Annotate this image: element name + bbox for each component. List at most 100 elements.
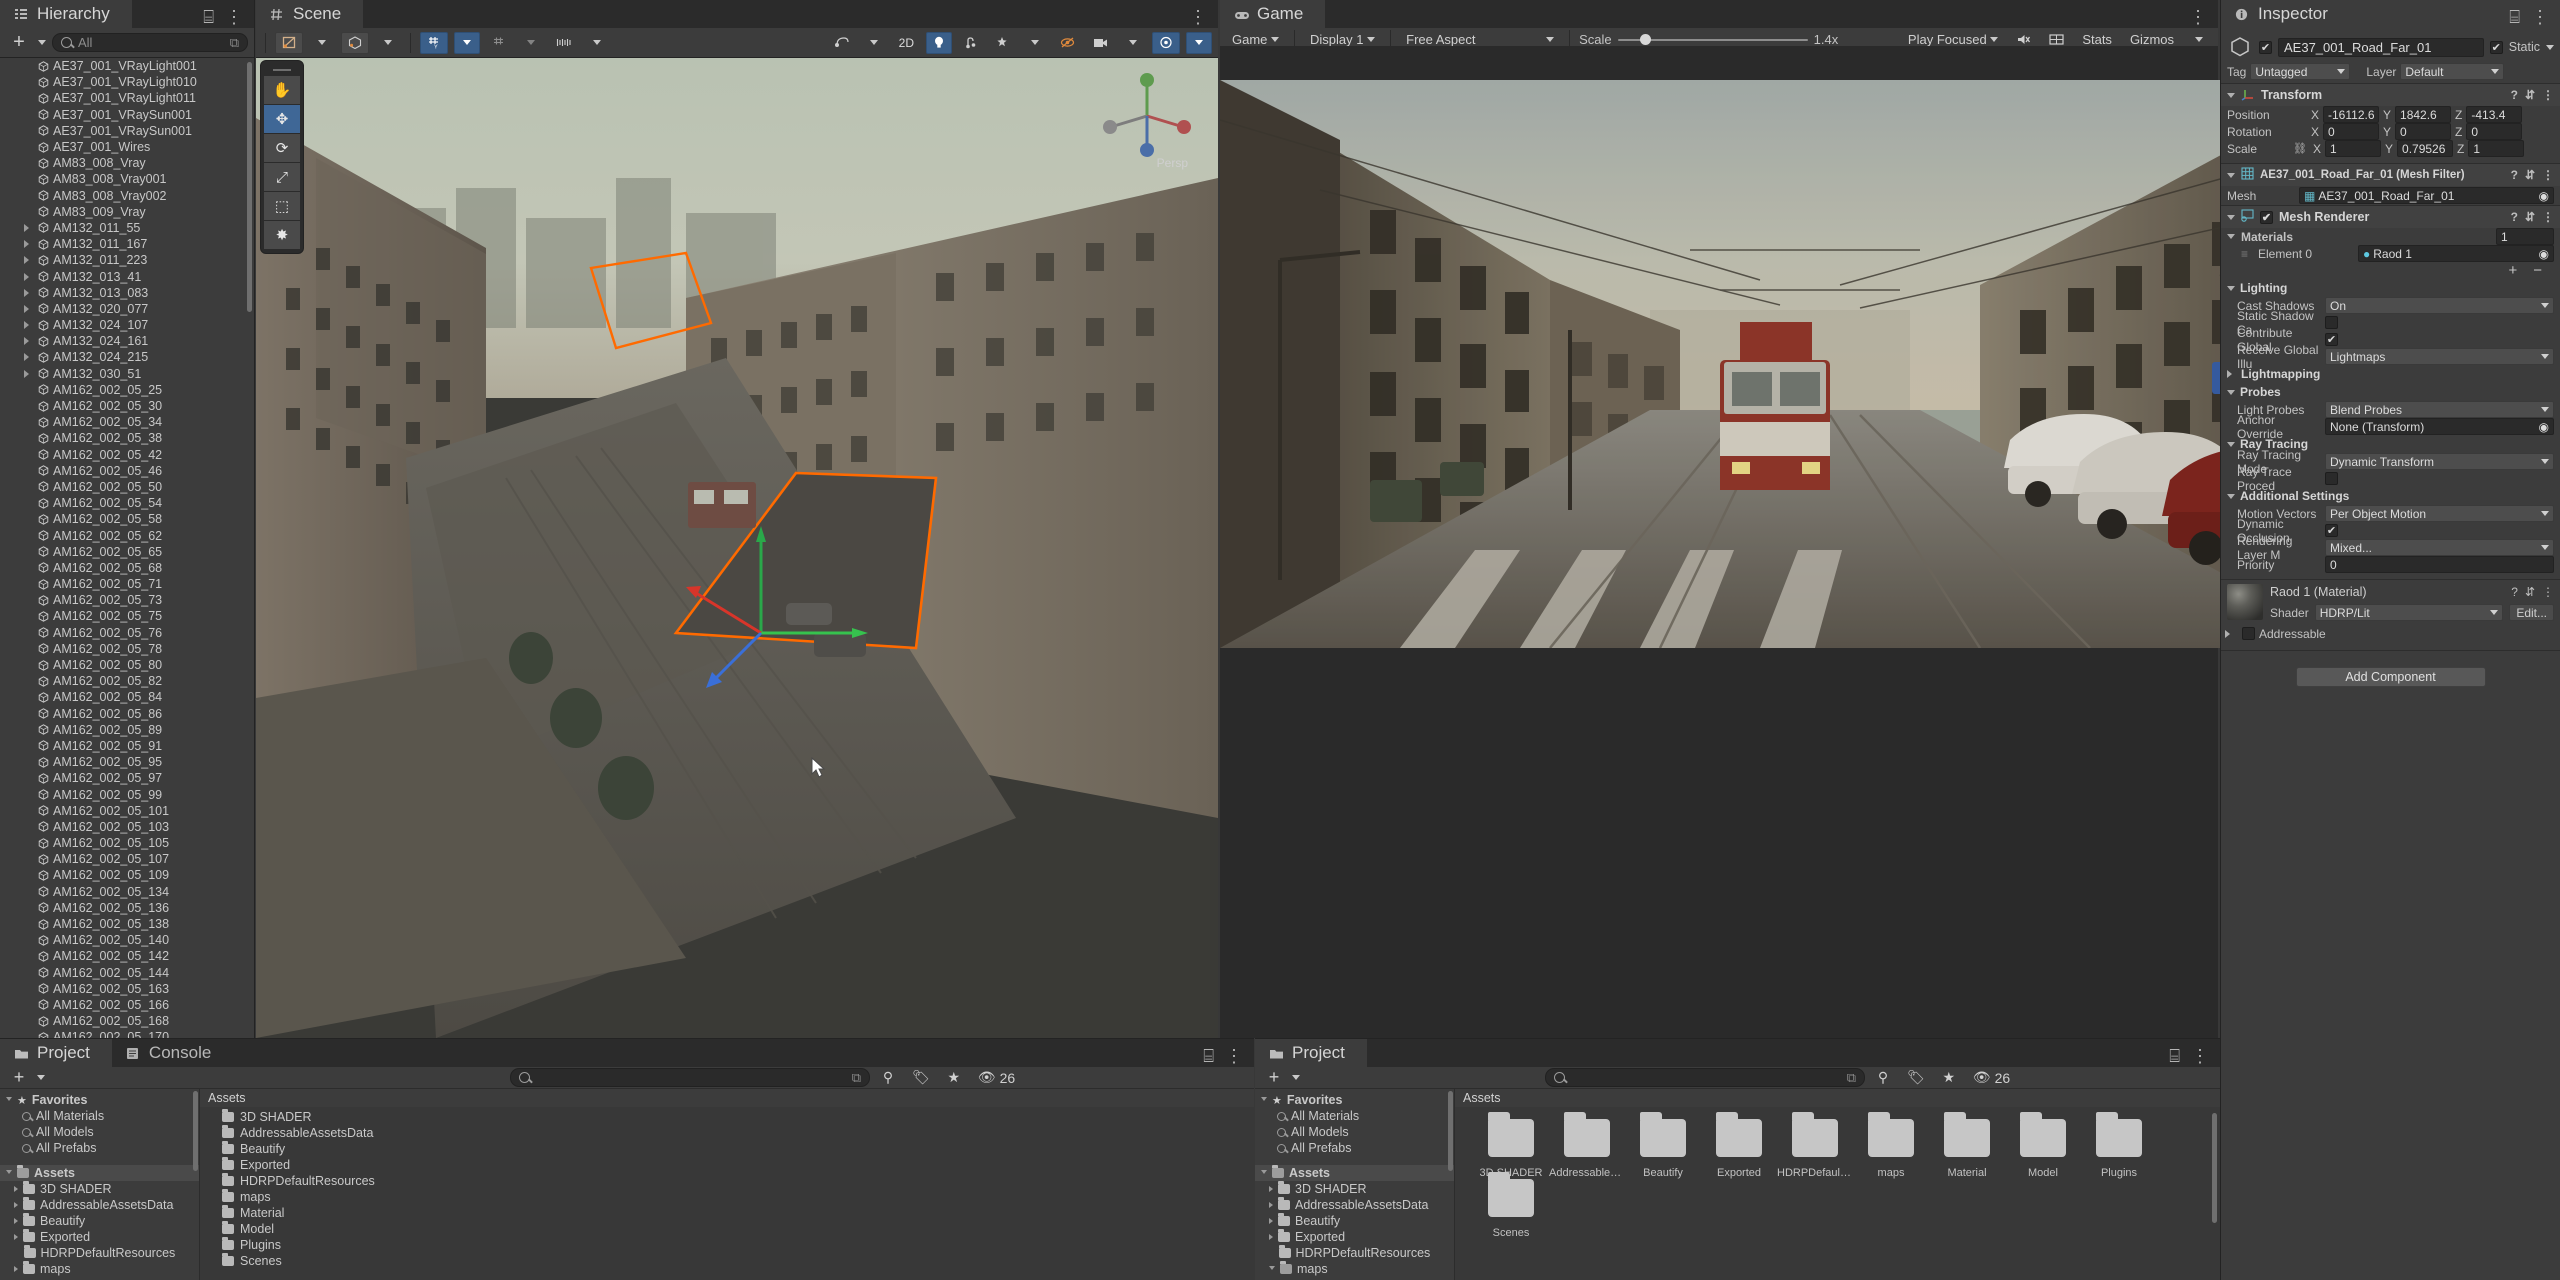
assets-group[interactable]: Assets <box>1255 1165 1454 1181</box>
scene-grid-visibility-caret-icon[interactable] <box>518 32 544 54</box>
hierarchy-item[interactable]: AM162_002_05_101 <box>0 803 254 819</box>
tab-scene[interactable]: Scene <box>256 0 364 28</box>
project-tree-item[interactable]: 3D SHADER <box>0 1181 199 1197</box>
hierarchy-twirl-icon[interactable] <box>24 337 29 346</box>
hierarchy-add-caret-icon[interactable] <box>38 40 46 45</box>
hierarchy-item[interactable]: AM162_002_05_68 <box>0 560 254 576</box>
hierarchy-item[interactable]: AM162_002_05_42 <box>0 447 254 463</box>
mesh-renderer-header-icons[interactable]: ? ⇵ ⋮ <box>2511 210 2554 224</box>
project-right-tab-menu[interactable]: ⌸ ⋮ <box>2169 1046 2220 1067</box>
help-icon[interactable]: ? <box>2511 210 2518 224</box>
asset-grid-item[interactable]: AddressableAsse... <box>1549 1112 1625 1179</box>
hierarchy-item[interactable]: AM132_024_215 <box>0 349 254 365</box>
shader-dropdown[interactable]: HDRP/Lit <box>2314 604 2504 621</box>
asset-list-item[interactable]: HDRPDefaultResources <box>222 1173 1254 1189</box>
hierarchy-twirl-icon[interactable] <box>24 240 29 249</box>
hierarchy-item[interactable]: AM162_002_05_86 <box>0 706 254 722</box>
component-menu-icon[interactable]: ⋮ <box>2542 88 2554 102</box>
scene-snap-increment-button[interactable] <box>550 32 578 54</box>
hand-tool-button[interactable]: ✋ <box>264 76 300 104</box>
material-foldout-icon[interactable] <box>2225 629 2234 638</box>
assets-twirl-icon[interactable] <box>6 1169 12 1177</box>
element-drag-handle[interactable]: ≡ <box>2241 247 2248 261</box>
asset-list-item[interactable]: AddressableAssetsData <box>222 1125 1254 1141</box>
lightmapping-section[interactable]: Lightmapping <box>2221 365 2560 383</box>
project-left-count-badge[interactable]: 👁 26 <box>972 1067 1021 1089</box>
asset-grid-item[interactable]: Model <box>2005 1112 2081 1179</box>
project-right-filter-type-icon[interactable]: ⚲ <box>1870 1067 1896 1089</box>
hierarchy-item[interactable]: AM162_002_05_75 <box>0 608 254 624</box>
hierarchy-item[interactable]: AM162_002_05_73 <box>0 592 254 608</box>
scene-shading-button[interactable] <box>341 31 369 54</box>
tree-twirl-icon[interactable] <box>14 1202 18 1208</box>
project-right-favorites-list[interactable]: All Materials All Models All Prefabs <box>1255 1108 1454 1156</box>
lighting-section[interactable]: Lighting <box>2221 279 2560 297</box>
hierarchy-item[interactable]: AM162_002_05_138 <box>0 916 254 932</box>
hierarchy-item[interactable]: AM162_002_05_107 <box>0 851 254 867</box>
scene-scene-vis-toggle[interactable] <box>1054 32 1081 54</box>
project-left-tree-scrollbar[interactable] <box>193 1091 198 1171</box>
project-tree-item[interactable]: Beautify <box>1255 1213 1454 1229</box>
project-right-content[interactable]: Assets 3D SHADER AddressableAsse... Beauti… <box>1455 1089 2220 1280</box>
scene-audio-button[interactable] <box>828 32 855 54</box>
hierarchy-item[interactable]: AM162_002_05_71 <box>0 576 254 592</box>
hierarchy-tab-menu[interactable]: ⌸ ⋮ <box>203 7 254 28</box>
scale-y-field[interactable]: 0.79526 <box>2397 140 2454 157</box>
scene-gizmos-caret-icon[interactable] <box>1186 31 1212 54</box>
tree-twirl-icon[interactable] <box>1269 1265 1275 1273</box>
mesh-filter-header[interactable]: AE37_001_Road_Far_01 (Mesh Filter) ? ⇵ ⋮ <box>2221 164 2560 186</box>
tree-twirl-icon[interactable] <box>1269 1202 1273 1208</box>
component-menu-icon[interactable]: ⋮ <box>2542 210 2554 224</box>
asset-list-item[interactable]: Beautify <box>222 1141 1254 1157</box>
rotation-x-field[interactable]: 0 <box>2323 123 2380 140</box>
layer-dropdown[interactable]: Default <box>2400 63 2505 80</box>
transform-header[interactable]: Transform ? ⇵ ⋮ <box>2221 84 2560 106</box>
mesh-picker-icon[interactable]: ◉ <box>2539 189 2549 203</box>
project-tree-item[interactable]: HDRPDefaultResources <box>0 1245 199 1261</box>
hierarchy-item[interactable]: AM162_002_05_50 <box>0 479 254 495</box>
assets-group[interactable]: Assets <box>0 1165 199 1181</box>
project-right-search-input[interactable]: ⧉ <box>1545 1068 1865 1087</box>
rendering-layer-dropdown[interactable]: Mixed... <box>2325 539 2554 556</box>
light-probes-dropdown[interactable]: Blend Probes <box>2325 401 2554 418</box>
tree-twirl-icon[interactable] <box>14 1186 18 1192</box>
hierarchy-add-button[interactable]: + <box>6 31 32 54</box>
tab-inspector[interactable]: Inspector <box>2221 0 2350 28</box>
mesh-filter-header-icons[interactable]: ? ⇵ ⋮ <box>2511 168 2554 182</box>
search-save-icon[interactable]: ⧉ <box>852 1070 861 1086</box>
hierarchy-twirl-icon[interactable] <box>24 369 29 378</box>
mesh-filter-foldout-icon[interactable] <box>2227 172 2235 178</box>
hierarchy-item[interactable]: AM132_024_161 <box>0 333 254 349</box>
scene-draw-mode-caret-icon[interactable] <box>309 32 335 54</box>
hierarchy-item[interactable]: AM162_002_05_170 <box>0 1029 254 1038</box>
hierarchy-item[interactable]: AM162_002_05_62 <box>0 527 254 543</box>
hierarchy-item[interactable]: AM162_002_05_34 <box>0 414 254 430</box>
rt-procedural-checkbox[interactable] <box>2325 472 2338 485</box>
hierarchy-item[interactable]: AM162_002_05_80 <box>0 657 254 673</box>
project-tree-item[interactable]: Exported <box>0 1229 199 1245</box>
component-menu-icon[interactable]: ⋮ <box>2542 585 2554 599</box>
hierarchy-item[interactable]: AM132_020_077 <box>0 301 254 317</box>
tag-dropdown[interactable]: Untagged <box>2250 63 2351 80</box>
gameobject-name-field[interactable]: AE37_001_Road_Far_01 <box>2278 37 2484 57</box>
hierarchy-item[interactable]: AM83_009_Vray <box>0 204 254 220</box>
hierarchy-item[interactable]: AM132_013_083 <box>0 285 254 301</box>
preset-icon[interactable]: ⇵ <box>2525 168 2535 182</box>
project-tree-item[interactable]: Beautify <box>0 1213 199 1229</box>
project-left-filter-type-icon[interactable]: ⚲ <box>875 1067 901 1089</box>
hierarchy-item[interactable]: AM162_002_05_25 <box>0 382 254 398</box>
contribute-gi-checkbox[interactable]: ✔ <box>2325 333 2338 346</box>
static-checkbox[interactable]: ✔ <box>2489 40 2503 54</box>
scene-projection-label[interactable]: Persp <box>1157 156 1188 170</box>
asset-list-item[interactable]: Plugins <box>222 1237 1254 1253</box>
mesh-renderer-foldout-icon[interactable] <box>2227 214 2235 220</box>
tools-overlay-grip[interactable] <box>264 65 300 75</box>
project-left-search-input[interactable]: ⧉ <box>510 1068 870 1087</box>
project-left-add-caret-icon[interactable] <box>37 1075 45 1080</box>
preset-icon[interactable]: ⇵ <box>2525 88 2535 102</box>
project-right-tree[interactable]: ★ Favorites All Materials All Models All P… <box>1255 1089 1455 1280</box>
addressable-checkbox[interactable] <box>2242 627 2255 640</box>
hierarchy-twirl-icon[interactable] <box>24 256 29 265</box>
asset-grid-item[interactable]: Plugins <box>2081 1112 2157 1179</box>
transform-header-icons[interactable]: ? ⇵ ⋮ <box>2511 88 2554 102</box>
